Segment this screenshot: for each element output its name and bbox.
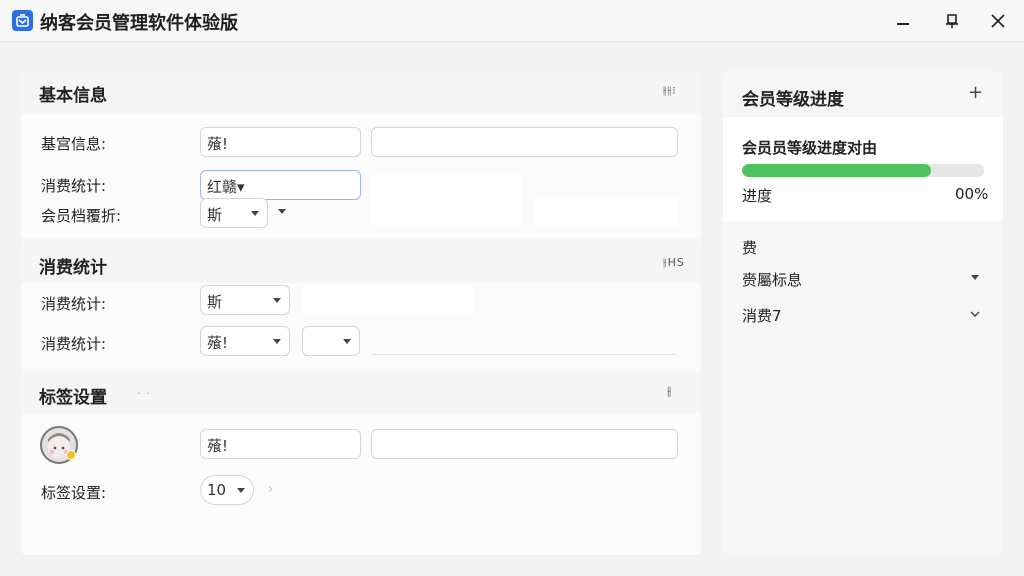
title-bar: 纳客会员管理软件体验版	[0, 0, 1024, 42]
level-item-2-label: 消费7	[742, 307, 782, 325]
chevron-down-icon	[343, 339, 351, 344]
app-logo-icon	[12, 10, 33, 31]
level-item-1[interactable]: 赍屬标息	[723, 261, 1003, 293]
plus-icon[interactable]: +	[968, 82, 983, 103]
progress-value: 00%	[955, 185, 989, 203]
basic-info-title: 基本信息	[39, 86, 107, 106]
avatar-status-dot	[66, 450, 76, 460]
progress-track	[742, 164, 984, 177]
tags-tool-icon[interactable]: ⫲	[667, 384, 672, 399]
basic-info-body: 基宫信息: 蕵! 消费统计: 红赣▾ 会员档覆折: 斯	[21, 113, 701, 239]
pin-icon	[946, 14, 958, 28]
basic-row1-input[interactable]: 蕵!	[200, 127, 361, 157]
tags-row2-select[interactable]: 10	[200, 475, 254, 505]
basic-row3-label: 会员档覆折:	[41, 207, 122, 225]
consume-body: 消费统计: 斯 消费统计: 蕵!	[21, 283, 701, 371]
basic-info-header: 基本信息 ⫲⫲⁝	[21, 71, 701, 111]
basic-row2-label: 消费统计:	[41, 177, 107, 195]
basic-row1-input-2[interactable]	[371, 127, 678, 157]
chevron-down-icon	[237, 488, 245, 493]
level-panel: 会员等级进度 + 会员员等级进度对由 进度 00% 费 赍屬标息 消费7	[723, 71, 1003, 555]
level-item-2[interactable]: 消费7	[723, 297, 1003, 329]
tags-dots: · ·	[137, 387, 151, 400]
close-icon	[991, 14, 1005, 28]
basic-row2-input[interactable]: 红赣▾	[200, 170, 361, 200]
consume-row2-select-value: 蕵!	[207, 334, 229, 352]
progress-label: 进度	[742, 187, 773, 205]
tags-header: 标签设置 · · ⫲	[21, 373, 701, 413]
level-card-title: 会员员等级进度对由	[742, 139, 878, 157]
basic-row1-label: 基宫信息:	[41, 135, 107, 153]
level-item-1-label: 赍屬标息	[742, 271, 803, 289]
basic-info-tool-icon[interactable]: ⫲⫲⁝	[663, 84, 677, 98]
chevron-down-icon[interactable]	[278, 209, 286, 214]
tags-row2-label: 标签设置:	[41, 484, 107, 502]
tags-row1-input-2[interactable]	[371, 429, 678, 459]
tags-title: 标签设置	[39, 388, 107, 408]
window-title: 纳客会员管理软件体验版	[40, 13, 238, 34]
chevron-down-icon	[970, 311, 980, 317]
consume-header: 消费统计 ⫲HS	[21, 243, 701, 283]
pin-button[interactable]	[937, 7, 967, 35]
consume-row2-select[interactable]: 蕵!	[200, 326, 290, 356]
tags-row2-after: ›	[268, 482, 274, 497]
consume-row1-select-value: 斯	[207, 293, 223, 311]
basic-row3-input-3[interactable]	[533, 197, 678, 227]
chevron-down-icon	[251, 211, 259, 216]
chevron-down-icon	[273, 298, 281, 303]
consume-row2-underline	[372, 354, 677, 355]
progress-fill	[742, 164, 931, 177]
left-panel: 基本信息 ⫲⫲⁝ 基宫信息: 蕵! 消费统计: 红赣▾ 会员档覆折: 斯 消费统…	[21, 71, 701, 555]
consume-row2-label: 消费统计:	[41, 335, 107, 353]
basic-row3-select[interactable]: 斯	[200, 198, 268, 228]
consume-row2-select-2[interactable]	[302, 326, 360, 356]
consume-row1-select[interactable]: 斯	[200, 285, 290, 315]
level-header: 会员等级进度 +	[723, 71, 1003, 117]
consume-row1-label: 消费统计:	[41, 295, 107, 313]
basic-row3-input-2[interactable]	[371, 197, 521, 227]
level-title: 会员等级进度	[742, 90, 844, 110]
consume-row1-input[interactable]	[302, 285, 473, 315]
basic-row3-select-value: 斯	[207, 206, 223, 224]
tags-row2-select-value: 10	[207, 481, 227, 499]
tags-row1-input[interactable]: 蕵!	[200, 429, 361, 459]
level-section-label: 费	[742, 239, 758, 257]
consume-title: 消费统计	[39, 258, 107, 278]
close-button[interactable]	[983, 7, 1013, 35]
chevron-down-icon	[273, 339, 281, 344]
minimize-icon	[897, 23, 909, 25]
consume-tool-icon[interactable]: ⫲HS	[663, 256, 685, 270]
minimize-button[interactable]	[888, 7, 918, 35]
chevron-down-icon	[971, 275, 979, 280]
